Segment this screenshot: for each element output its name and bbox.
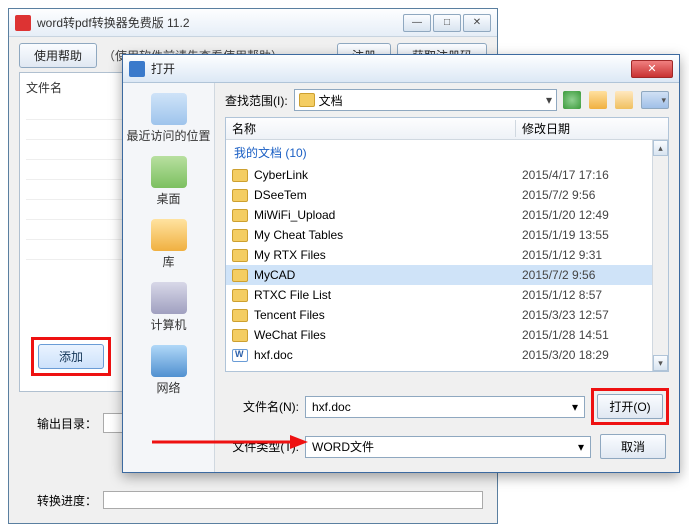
maximize-button[interactable]: □ xyxy=(433,14,461,32)
chevron-down-icon: ▾ xyxy=(572,400,578,414)
places-bar: 最近访问的位置 桌面 库 计算机 网络 xyxy=(123,83,215,472)
filename-input[interactable]: hxf.doc▾ xyxy=(305,396,585,418)
folder-icon xyxy=(299,93,315,107)
minimize-button[interactable]: — xyxy=(403,14,431,32)
file-row[interactable]: MiWiFi_Upload2015/1/20 12:49 xyxy=(226,205,652,225)
file-row[interactable]: CyberLink2015/4/17 17:16 xyxy=(226,165,652,185)
lookin-combo[interactable]: 文档 ▾ xyxy=(294,89,557,111)
col-name[interactable]: 名称 xyxy=(226,120,516,137)
file-name: My RTX Files xyxy=(254,248,522,262)
place-recent[interactable]: 最近访问的位置 xyxy=(123,87,214,150)
dialog-close-button[interactable]: ✕ xyxy=(631,60,673,78)
open-highlight: 打开(O) xyxy=(591,388,669,425)
folder-icon xyxy=(232,189,248,202)
file-name: DSeeTem xyxy=(254,188,522,202)
help-button[interactable]: 使用帮助 xyxy=(19,43,97,68)
folder-icon xyxy=(232,169,248,182)
file-name: hxf.doc xyxy=(254,348,522,362)
file-date: 2015/1/12 8:57 xyxy=(522,288,602,302)
main-titlebar: word转pdf转换器免费版 11.2 — □ ✕ xyxy=(9,9,497,37)
view-button[interactable]: ▾ xyxy=(641,91,669,109)
file-list: 名称 修改日期 我的文档 (10) CyberLink2015/4/17 17:… xyxy=(225,117,669,372)
folder-icon xyxy=(232,309,248,322)
library-icon xyxy=(151,219,187,251)
file-row[interactable]: RTXC File List2015/1/12 8:57 xyxy=(226,285,652,305)
place-computer[interactable]: 计算机 xyxy=(123,276,214,339)
chevron-down-icon: ▾ xyxy=(661,95,666,106)
progress-label: 转换进度： xyxy=(37,492,97,509)
folder-icon xyxy=(232,249,248,262)
folder-icon xyxy=(232,329,248,342)
file-date: 2015/1/20 12:49 xyxy=(522,208,609,222)
place-library[interactable]: 库 xyxy=(123,213,214,276)
mydocs-link[interactable]: 我的文档 (10) xyxy=(226,140,652,165)
file-row[interactable]: DSeeTem2015/7/2 9:56 xyxy=(226,185,652,205)
file-date: 2015/7/2 9:56 xyxy=(522,268,595,282)
dialog-titlebar: 打开 ✕ xyxy=(123,55,679,83)
file-date: 2015/1/19 13:55 xyxy=(522,228,609,242)
desktop-icon xyxy=(151,156,187,188)
filename-label: 文件名(N): xyxy=(225,398,299,415)
scroll-up-icon[interactable]: ▴ xyxy=(653,140,668,156)
file-date: 2015/3/23 12:57 xyxy=(522,308,609,322)
file-name: MiWiFi_Upload xyxy=(254,208,522,222)
newfolder-button[interactable] xyxy=(615,91,633,109)
open-dialog: 打开 ✕ 最近访问的位置 桌面 库 计算机 网络 查找范围(I): 文档 ▾ ▾ xyxy=(122,54,680,473)
scrollbar[interactable]: ▴ ▾ xyxy=(652,140,668,371)
folder-icon xyxy=(232,229,248,242)
main-title-text: word转pdf转换器免费版 11.2 xyxy=(37,14,403,31)
recent-icon xyxy=(151,93,187,125)
add-button[interactable]: 添加 xyxy=(38,344,104,369)
file-date: 2015/7/2 9:56 xyxy=(522,188,595,202)
network-icon xyxy=(151,345,187,377)
col-date[interactable]: 修改日期 xyxy=(516,120,668,137)
chevron-down-icon: ▾ xyxy=(578,440,584,454)
place-network[interactable]: 网络 xyxy=(123,339,214,402)
scroll-down-icon[interactable]: ▾ xyxy=(653,355,668,371)
dialog-title-text: 打开 xyxy=(151,60,631,77)
app-icon xyxy=(15,15,31,31)
folder-icon xyxy=(232,209,248,222)
chevron-down-icon: ▾ xyxy=(546,93,552,107)
back-button[interactable] xyxy=(563,91,581,109)
folder-icon xyxy=(232,289,248,302)
computer-icon xyxy=(151,282,187,314)
file-row[interactable]: MyCAD2015/7/2 9:56 xyxy=(226,265,652,285)
file-name: Tencent Files xyxy=(254,308,522,322)
main-close-button[interactable]: ✕ xyxy=(463,14,491,32)
file-date: 2015/1/12 9:31 xyxy=(522,248,602,262)
word-file-icon xyxy=(232,349,248,362)
file-name: CyberLink xyxy=(254,168,522,182)
file-name: RTXC File List xyxy=(254,288,522,302)
place-desktop[interactable]: 桌面 xyxy=(123,150,214,213)
filetype-combo[interactable]: WORD文件▾ xyxy=(305,436,591,458)
file-date: 2015/3/20 18:29 xyxy=(522,348,609,362)
dialog-icon xyxy=(129,61,145,77)
progress-bar xyxy=(103,491,483,509)
outdir-label: 输出目录： xyxy=(37,415,97,432)
filetype-label: 文件类型(T): xyxy=(225,438,299,455)
file-row[interactable]: My Cheat Tables2015/1/19 13:55 xyxy=(226,225,652,245)
up-button[interactable] xyxy=(589,91,607,109)
cancel-button[interactable]: 取消 xyxy=(600,434,666,459)
add-highlight: 添加 xyxy=(31,337,111,376)
file-name: MyCAD xyxy=(254,268,522,282)
lookin-label: 查找范围(I): xyxy=(225,92,288,109)
file-row[interactable]: WeChat Files2015/1/28 14:51 xyxy=(226,325,652,345)
open-button[interactable]: 打开(O) xyxy=(597,394,663,419)
folder-icon xyxy=(232,269,248,282)
file-date: 2015/1/28 14:51 xyxy=(522,328,609,342)
file-name: My Cheat Tables xyxy=(254,228,522,242)
file-name: WeChat Files xyxy=(254,328,522,342)
file-row[interactable]: Tencent Files2015/3/23 12:57 xyxy=(226,305,652,325)
file-row[interactable]: My RTX Files2015/1/12 9:31 xyxy=(226,245,652,265)
file-date: 2015/4/17 17:16 xyxy=(522,168,609,182)
file-row[interactable]: hxf.doc2015/3/20 18:29 xyxy=(226,345,652,365)
